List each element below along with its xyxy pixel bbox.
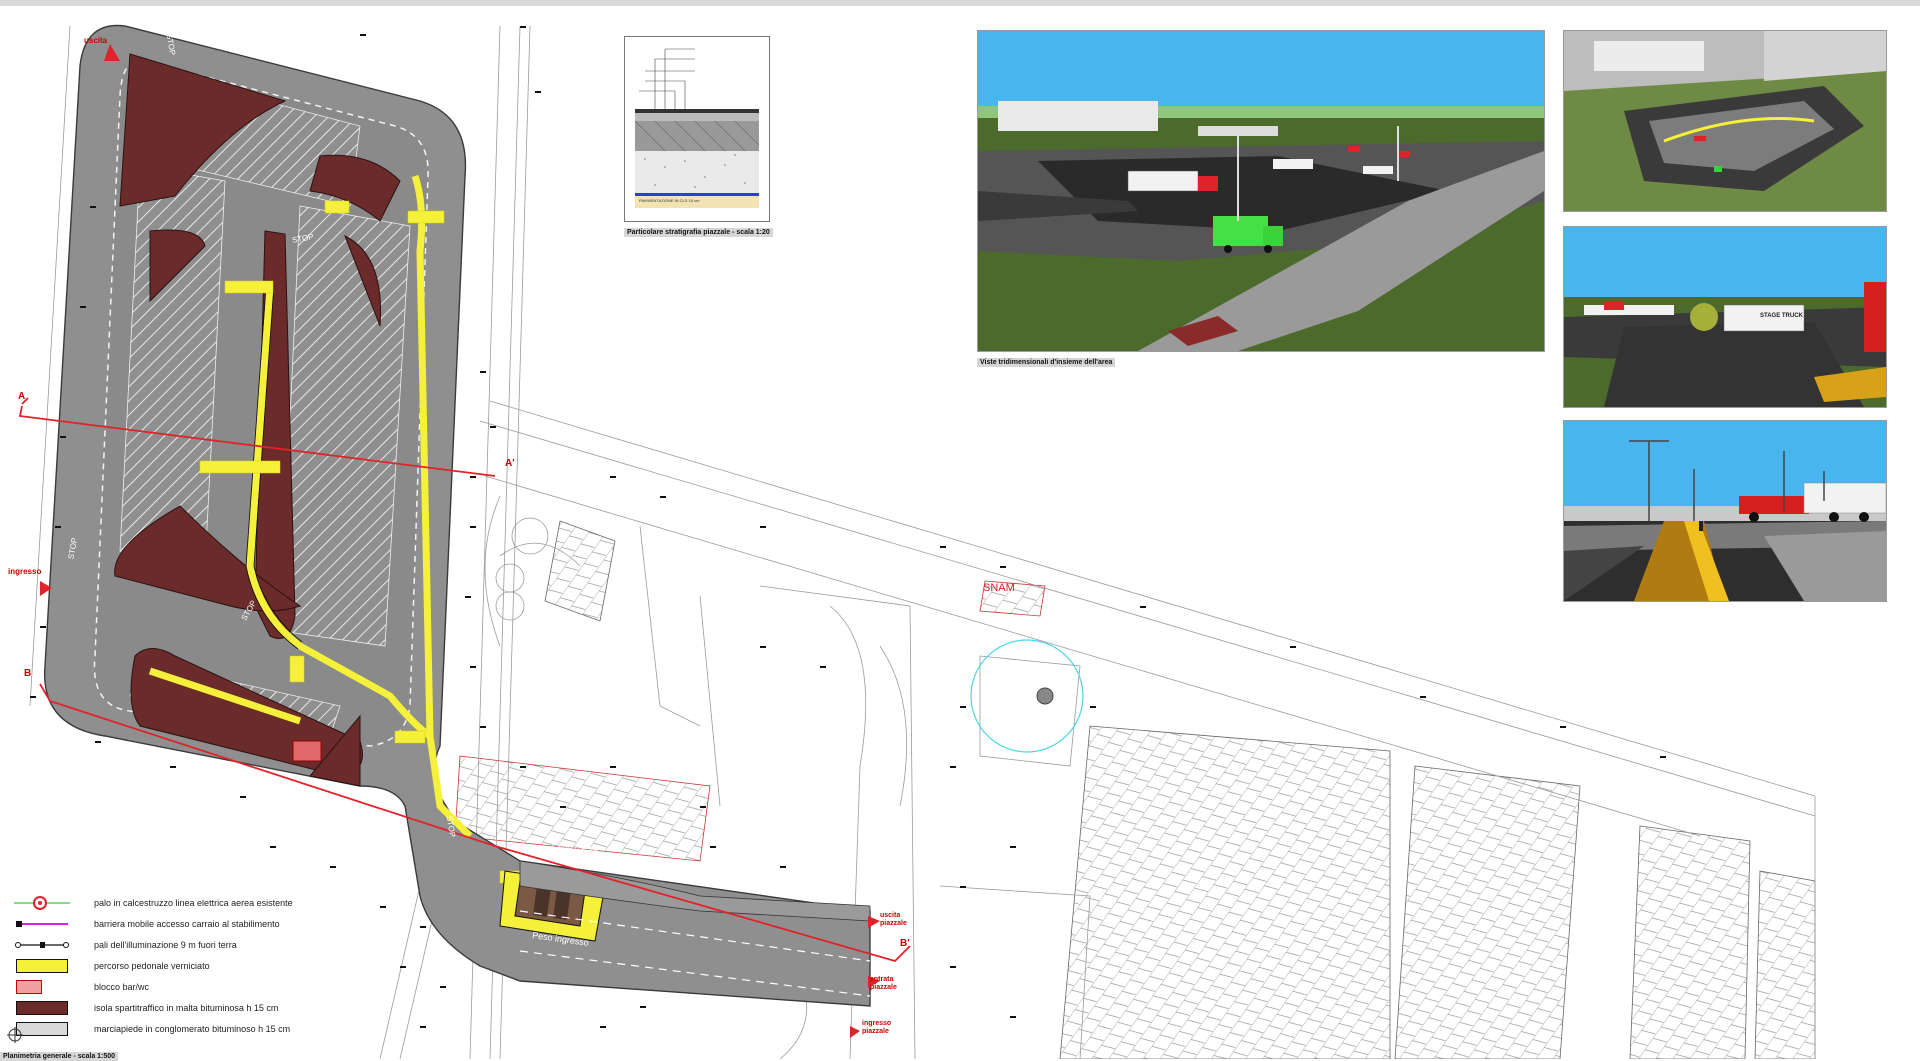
legend-item: barriera mobile accesso carraio al stabi… [14,913,293,934]
light-pole-mark [1010,1016,1016,1018]
section-detail-caption: Particolare stratigrafia piazzale - scal… [624,228,773,237]
light-pole-mark [1660,756,1666,758]
view-main [977,30,1545,352]
light-pole-mark [465,596,471,598]
section-label-b-prime: B' [900,938,910,949]
light-pole-mark [1140,606,1146,608]
legend: palo in calcestruzzo linea elettrica aer… [14,892,293,1039]
section-label-a-prime: A' [505,458,515,469]
light-pole-mark [90,206,96,208]
light-pole-mark [330,866,336,868]
light-pole-mark [610,766,616,768]
light-pole-mark [960,706,966,708]
light-pole-mark [240,796,246,798]
label-ingresso: ingresso [8,567,42,576]
entry-yard-arrow [850,1026,860,1038]
legend-item: percorso pedonale verniciato [14,955,293,976]
light-pole-mark [470,476,476,478]
light-pole-mark [960,886,966,888]
light-pole-mark [950,766,956,768]
light-pole-mark [950,966,956,968]
pavement-section-detail: PAVIMENTAZIONE IN CLS 15 cm [624,36,770,222]
light-pole-mark [470,526,476,528]
compass-icon [7,1027,23,1043]
light-pole-mark [480,726,486,728]
label-snam: SNAM [983,582,1015,594]
light-pole-mark [380,906,386,908]
plan-caption: Planimetria generale - scala 1:500 [0,1052,119,1061]
label-uscita-piazzale: uscita piazzale [880,912,907,927]
light-pole-mark [1560,726,1566,728]
light-pole-mark [520,26,526,28]
light-pole-mark [1010,846,1016,848]
barrier-legend-icon [14,917,70,931]
light-pole-mark [60,436,66,438]
light-pole-mark [780,866,786,868]
label-uscita: uscita [84,36,108,45]
light-pole-mark [420,926,426,928]
light-pole-mark [600,1026,606,1028]
label-ingresso-piazzale: ingresso piazzale [862,1020,892,1035]
light-pole-mark [30,696,36,698]
bar-wc-legend-icon [14,979,70,994]
light-pole-mark [1090,706,1096,708]
bar-wc-block [292,740,322,762]
section-bottom-layer-label: PAVIMENTAZIONE IN CLS 15 cm [639,198,700,203]
light-pole-mark [760,526,766,528]
light-pole-mark [440,986,446,988]
view-truck-stop: STAGE TRUCK [1563,226,1887,408]
light-pole-mark [1000,566,1006,568]
light-pole-mark [520,766,526,768]
legend-item: pali dell'illuminazione 9 m fuori terra [14,934,293,955]
legend-item: palo in calcestruzzo linea elettrica aer… [14,892,293,913]
roundabout-outline [970,639,1084,753]
section-label-a: A [18,391,26,402]
section-label-b: B [24,668,32,679]
walkway-legend-icon [14,958,70,973]
light-pole-mark [1290,646,1296,648]
light-pole-mark [170,766,176,768]
light-pole-mark [400,966,406,968]
exit-yard-arrow [868,916,880,928]
light-pole-mark [420,1026,426,1028]
light-pole-mark [940,546,946,548]
pole-legend-icon [14,895,70,910]
light-pole-mark [1420,696,1426,698]
light-pole-mark [610,476,616,478]
light-pole-mark [700,806,706,808]
roundabout-center [1036,687,1054,705]
light-pole-mark [535,91,541,93]
label-entrata-piazzale: entrata piazzale [870,976,897,991]
lighting-pole-legend-icon [14,938,70,952]
light-pole-mark [95,741,101,743]
light-pole-mark [360,34,366,36]
view-ground [1563,420,1887,602]
light-pole-mark [470,666,476,668]
view-aerial [1563,30,1887,212]
light-pole-mark [560,806,566,808]
drawing-sheet: uscita ingresso A A' B B' SNAM Peso usci… [0,6,1920,1061]
stage-truck-sign: STAGE TRUCK [1760,313,1803,319]
legend-item: isola spartitraffico in malta bituminosa… [14,997,293,1018]
light-pole-mark [80,306,86,308]
views-caption: Viste tridimensionali d'insieme dell'are… [977,358,1116,367]
light-pole-mark [820,666,826,668]
legend-item: marciapiede in conglomerato bituminoso h… [14,1018,293,1039]
light-pole-mark [490,426,496,428]
light-pole-mark [710,846,716,848]
legend-item: blocco bar/wc [14,976,293,997]
light-pole-mark [55,526,61,528]
island-legend-icon [14,1000,70,1015]
light-pole-mark [760,646,766,648]
light-pole-mark [270,846,276,848]
light-pole-mark [660,496,666,498]
light-pole-mark [40,626,46,628]
light-pole-mark [480,371,486,373]
light-pole-mark [640,1006,646,1008]
